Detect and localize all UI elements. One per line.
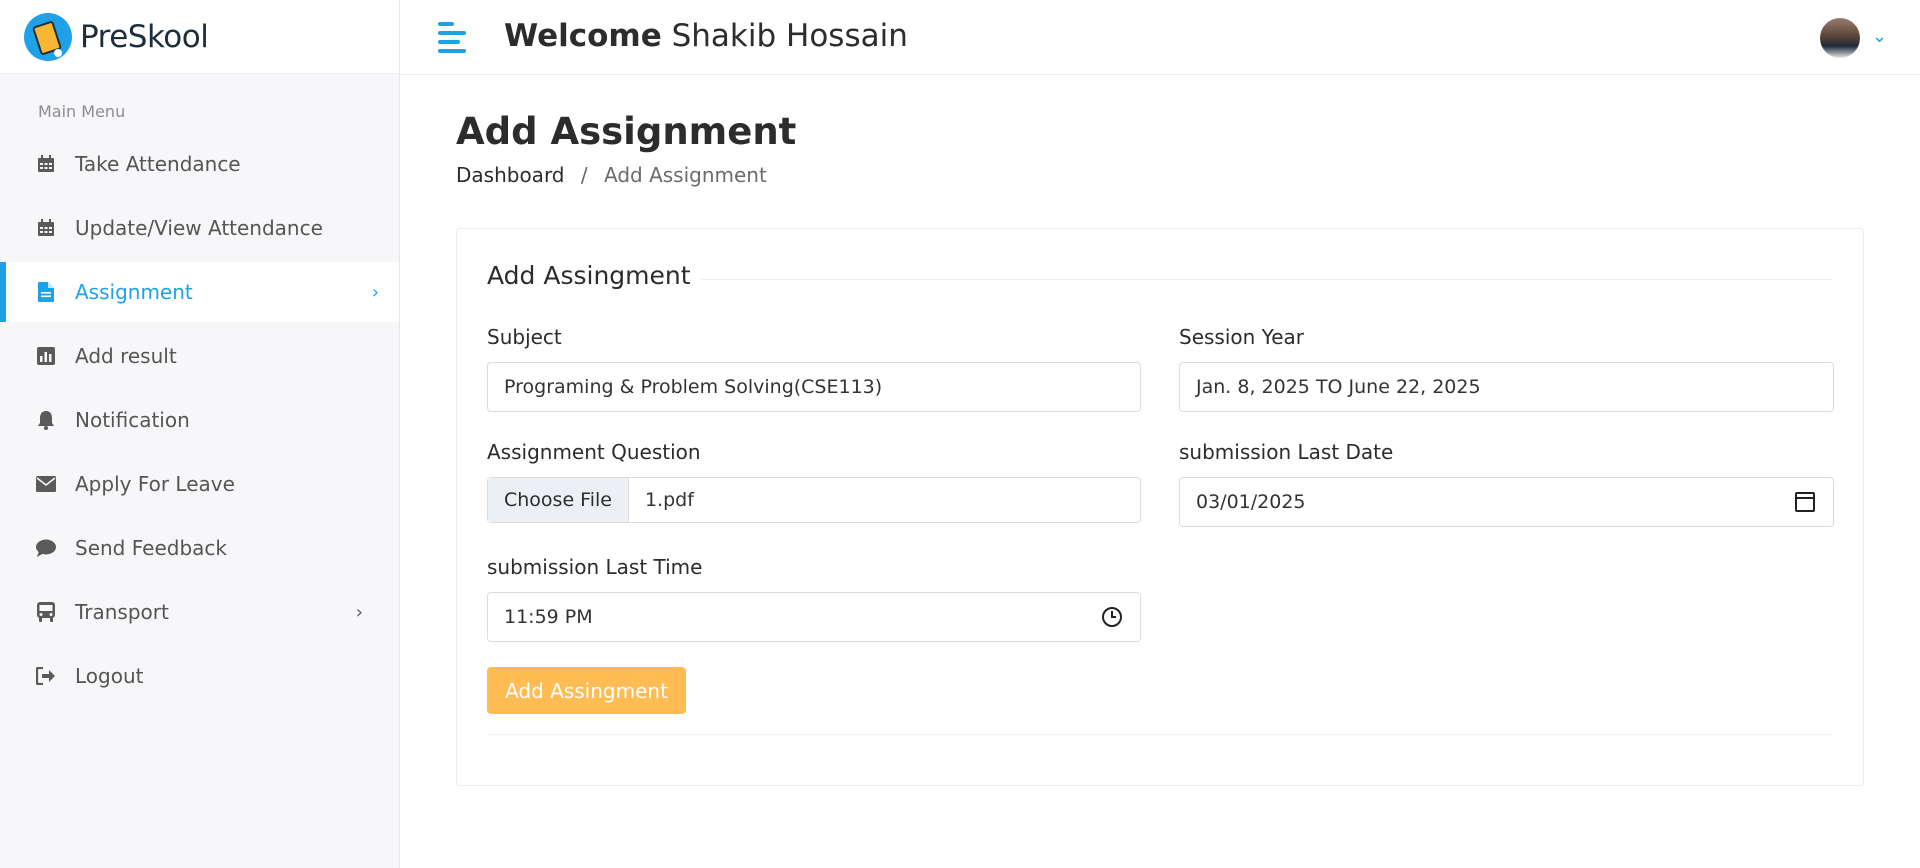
sidebar-item-logout[interactable]: Logout (0, 646, 399, 706)
submission-last-time-input[interactable]: 11:59 PM (487, 592, 1141, 642)
sidebar-item-label: Take Attendance (75, 152, 241, 176)
sidebar-item-label: Logout (75, 664, 144, 688)
bell-icon (36, 410, 56, 430)
selected-file-name: 1.pdf (644, 489, 694, 511)
calendar-icon[interactable] (1795, 492, 1815, 512)
breadcrumb-current: Add Assignment (603, 163, 767, 187)
sidebar-item-update-view-attendance[interactable]: Update/View Attendance (0, 198, 399, 258)
file-icon (36, 282, 56, 302)
breadcrumb-dashboard-link[interactable]: Dashboard (456, 163, 565, 187)
assignment-question-file-input[interactable]: Choose File 1.pdf (487, 477, 1141, 523)
choose-file-button[interactable]: Choose File (488, 478, 629, 522)
preskool-logo-icon (24, 12, 72, 61)
session-year-label: Session Year (1179, 325, 1305, 349)
bus-icon (36, 602, 56, 622)
sidebar-menu: Take Attendance Update/View Attendance A… (0, 134, 399, 710)
brand[interactable]: PreSkool (0, 0, 399, 74)
sign-out-icon (36, 666, 56, 686)
sidebar-item-label: Apply For Leave (75, 472, 235, 496)
subject-label: Subject (487, 325, 562, 349)
submission-last-date-label: submission Last Date (1179, 440, 1394, 464)
submission-last-time-value: 11:59 PM (504, 606, 593, 628)
subject-value: Programing & Problem Solving(CSE113) (504, 376, 883, 398)
chevron-down-icon[interactable]: ⌄ (1872, 26, 1887, 47)
submission-last-time-label: submission Last Time (487, 555, 703, 579)
session-year-value: Jan. 8, 2025 TO June 22, 2025 (1196, 376, 1481, 398)
sidebar-item-take-attendance[interactable]: Take Attendance (0, 134, 399, 194)
sidebar-item-label: Notification (75, 408, 190, 432)
sidebar-item-label: Assignment (75, 280, 193, 304)
calendar-icon (36, 154, 56, 174)
sidebar-item-label: Transport (75, 600, 169, 624)
sidebar-item-label: Send Feedback (75, 536, 227, 560)
add-assignment-card: Add Assingment Subject Programing & Prob… (456, 228, 1864, 786)
submission-last-date-value: 03/01/2025 (1196, 491, 1306, 513)
sidebar-item-assignment[interactable]: Assignment › (0, 262, 399, 322)
sidebar-item-notification[interactable]: Notification (0, 390, 399, 450)
form-title: Add Assingment (487, 261, 701, 290)
top-header: Welcome Shakib Hossain ⌄ (400, 0, 1920, 75)
submission-last-date-input[interactable]: 03/01/2025 (1179, 477, 1834, 527)
sidebar-item-add-result[interactable]: Add result (0, 326, 399, 386)
welcome-word: Welcome (504, 18, 662, 54)
menu-title: Main Menu (38, 102, 126, 121)
chevron-right-icon: › (355, 601, 363, 623)
sidebar-item-label: Update/View Attendance (75, 216, 323, 240)
breadcrumb-separator: / (580, 163, 588, 187)
calendar-icon (36, 218, 56, 238)
sidebar-item-label: Add result (75, 344, 177, 368)
breadcrumb: Dashboard / Add Assignment (456, 163, 767, 187)
bar-chart-icon (36, 346, 56, 366)
brand-name: PreSkool (80, 18, 209, 55)
sidebar-item-transport[interactable]: Transport › (0, 582, 399, 642)
add-assignment-button[interactable]: Add Assingment (487, 667, 686, 714)
comment-icon (36, 538, 56, 558)
session-year-field[interactable]: Jan. 8, 2025 TO June 22, 2025 (1179, 362, 1834, 412)
sidebar: PreSkool Main Menu Take Attendance Updat… (0, 0, 400, 868)
page-title: Add Assignment (456, 110, 797, 153)
assignment-question-label: Assignment Question (487, 440, 701, 464)
avatar[interactable] (1820, 18, 1860, 58)
chevron-right-icon: › (371, 281, 379, 303)
user-name: Shakib Hossain (671, 18, 908, 54)
subject-field[interactable]: Programing & Problem Solving(CSE113) (487, 362, 1141, 412)
welcome-message: Welcome Shakib Hossain (504, 18, 908, 54)
card-divider (487, 734, 1833, 735)
clock-icon[interactable] (1102, 607, 1122, 627)
menu-toggle-icon[interactable] (438, 22, 468, 53)
sidebar-item-send-feedback[interactable]: Send Feedback (0, 518, 399, 578)
sidebar-item-apply-for-leave[interactable]: Apply For Leave (0, 454, 399, 514)
envelope-icon (36, 474, 56, 494)
